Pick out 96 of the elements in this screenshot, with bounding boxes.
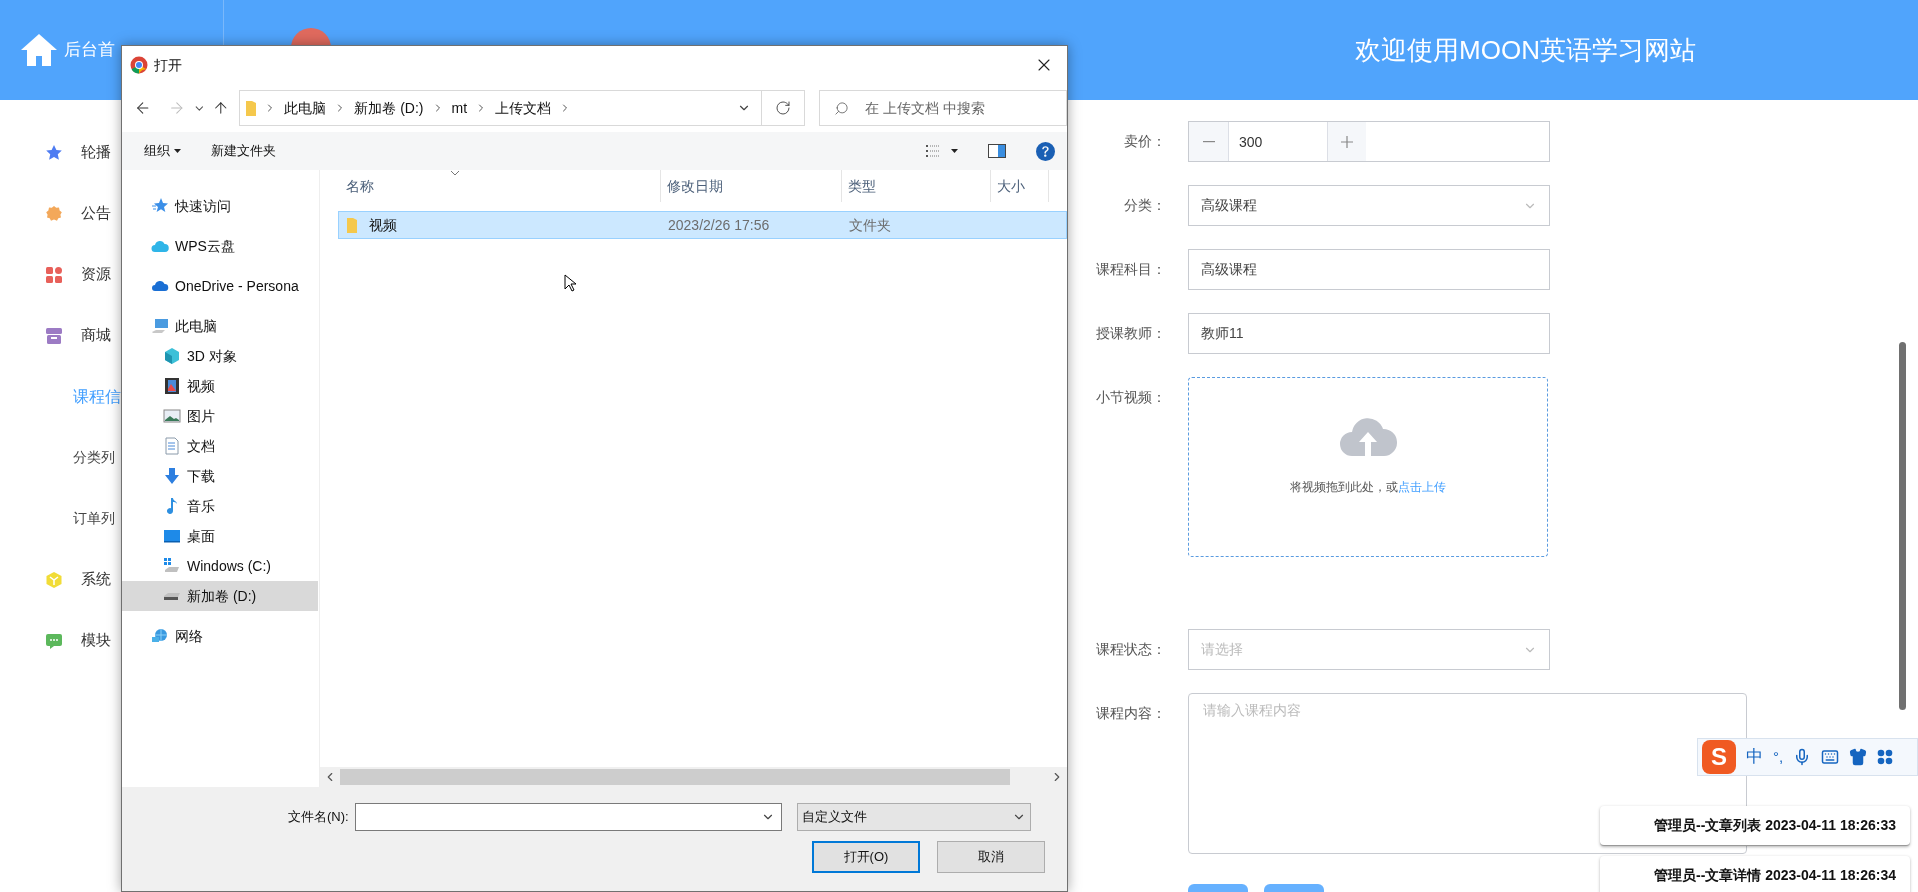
path-segment[interactable]: 上传文档 (495, 97, 552, 119)
column-header[interactable]: 名称 (340, 170, 661, 202)
path-segment[interactable]: 此电脑 (284, 97, 327, 119)
download-icon (163, 467, 181, 485)
shirt-icon[interactable] (1849, 748, 1868, 766)
number-field[interactable]: 300 (1188, 121, 1550, 162)
ime-mode[interactable]: 中 (1746, 744, 1763, 770)
folder-icon (246, 100, 257, 116)
view-list-icon[interactable] (925, 144, 941, 158)
caret-icon (174, 149, 181, 153)
field-label: 课程状态： (1096, 640, 1166, 659)
file-row[interactable]: 视频 2023/2/26 17:56 文件夹 (338, 211, 1067, 239)
search-field[interactable]: 在 上传文档 中搜索 (818, 90, 1067, 126)
film-icon (163, 377, 181, 395)
drive-icon (163, 592, 181, 600)
field-label: 课程科目： (1096, 260, 1166, 279)
scrollbar-thumb[interactable] (1899, 342, 1906, 710)
ime-punctuation[interactable]: °, (1773, 745, 1784, 769)
number-input[interactable]: 300 (1229, 122, 1327, 161)
notification: 管理员--文章列表 2023-04-11 18:26:33 (1600, 806, 1910, 846)
path-segment[interactable]: 新加卷 (D:) (354, 97, 424, 119)
nav-item[interactable]: 此电脑 (122, 311, 318, 341)
address-bar[interactable]: 此电脑 新加卷 (D:) mt 上传文档 (239, 90, 763, 126)
field-label: 授课教师： (1096, 324, 1166, 343)
upload-hint: 将视频拖到此处，或点击上传 (1290, 479, 1446, 496)
caret-icon[interactable] (951, 149, 958, 153)
column-header[interactable]: 类型 (842, 170, 991, 202)
filename-field[interactable] (354, 803, 782, 831)
help-icon[interactable] (1036, 141, 1055, 161)
nav-item[interactable]: 图片 (122, 401, 318, 431)
drive-icon (163, 557, 181, 575)
file-date: 2023/2/26 17:56 (667, 215, 771, 235)
preview-pane-icon[interactable] (988, 144, 1006, 158)
minus-icon (1202, 140, 1215, 143)
sidebar-item[interactable]: 资源 (81, 263, 111, 286)
keyboard-icon[interactable] (1821, 748, 1840, 766)
field-label: 卖价： (1124, 132, 1166, 151)
desktop-icon (163, 527, 181, 545)
network-icon (151, 627, 169, 645)
nav-item[interactable]: Windows (C:) (122, 551, 318, 581)
home-icon[interactable] (20, 32, 58, 68)
plus-icon (1341, 135, 1353, 148)
computer-icon (151, 317, 169, 335)
nav-item[interactable]: 文档 (122, 431, 318, 461)
sidebar-item[interactable]: 系统 (81, 568, 111, 591)
notification: 管理员--文章详情 2023-04-11 18:26:34 (1600, 856, 1910, 892)
nav-item[interactable]: 下载 (122, 461, 318, 491)
sidebar-item[interactable]: 模块 (81, 629, 111, 652)
text-field[interactable]: 高级课程 (1188, 249, 1550, 290)
star-icon (151, 197, 169, 215)
nav-item[interactable]: 快速访问 (122, 191, 318, 221)
refresh-icon (775, 100, 791, 116)
file-type: 文件夹 (848, 215, 892, 235)
dialog-title: 打开 (154, 55, 182, 75)
toolbar-button[interactable]: 新建文件夹 (211, 141, 276, 161)
search-icon (833, 100, 849, 116)
refresh-button[interactable] (762, 90, 805, 126)
nav-item[interactable]: OneDrive - Persona (122, 271, 318, 301)
select-field[interactable]: 高级课程 (1188, 185, 1550, 226)
folder-icon (347, 217, 357, 233)
nav-item[interactable]: 音乐 (122, 491, 318, 521)
sidebar-subitem[interactable]: 分类列 (73, 447, 115, 468)
sidebar-subitem[interactable]: 订单列 (73, 508, 115, 529)
file-type-select[interactable]: 自定义文件 (796, 803, 1031, 831)
site-title: 欢迎使用MOON英语学习网站 (1355, 33, 1696, 67)
sort-caret-icon (450, 170, 460, 176)
text-field[interactable]: 教师11 (1188, 313, 1550, 354)
nav-item[interactable]: 视频 (122, 371, 318, 401)
column-header[interactable]: 大小 (991, 170, 1049, 202)
grid-icon[interactable] (1877, 749, 1894, 765)
sidebar-item[interactable]: 商城 (81, 324, 111, 347)
toolbar-button[interactable]: 组织 (144, 141, 181, 161)
nav-item[interactable]: 3D 对象 (122, 341, 318, 371)
column-header[interactable]: 修改日期 (661, 170, 842, 202)
file-name: 视频 (369, 215, 397, 235)
field-label: 分类： (1124, 196, 1166, 215)
nav-item[interactable]: WPS云盘 (122, 231, 318, 261)
nav-item[interactable]: 新加卷 (D:) (122, 581, 318, 611)
nav-item[interactable]: 桌面 (122, 521, 318, 551)
document-icon (163, 437, 181, 455)
scrollbar-thumb[interactable] (340, 769, 1010, 785)
image-icon (163, 407, 181, 425)
upload-area[interactable]: 将视频拖到此处，或点击上传 (1188, 377, 1548, 557)
dialog-button[interactable]: 取消 (937, 841, 1045, 873)
field-label: 课程内容： (1096, 704, 1166, 723)
horizontal-scrollbar[interactable] (320, 767, 1067, 787)
browser-logo-icon (130, 56, 148, 74)
dialog-button[interactable]: 打开(O) (812, 841, 920, 873)
cube-icon (163, 347, 181, 365)
sidebar-item[interactable]: 公告 (81, 202, 111, 225)
field-label: 小节视频： (1096, 388, 1166, 407)
path-segment[interactable]: mt (451, 97, 468, 119)
filename-label: 文件名(N): (288, 808, 349, 827)
mouse-pointer-icon (564, 274, 576, 292)
sidebar-item[interactable]: 轮播 (81, 141, 111, 164)
nav-item[interactable]: 网络 (122, 621, 318, 651)
